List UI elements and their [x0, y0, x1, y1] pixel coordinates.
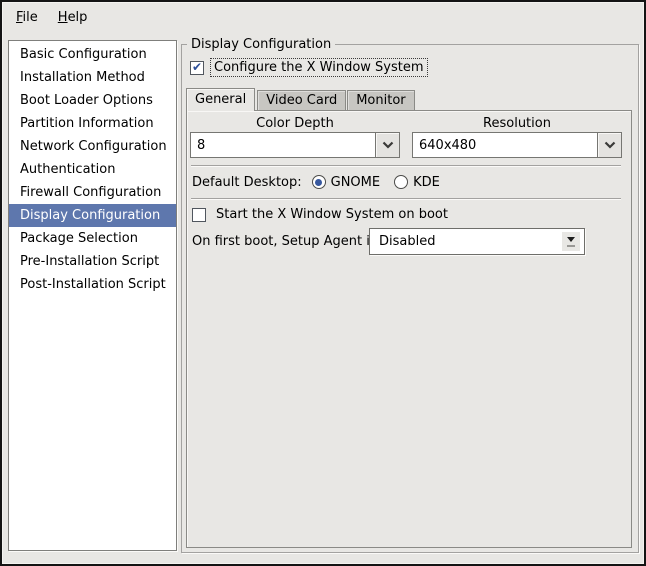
- checkmark-icon: ✔: [191, 60, 203, 74]
- radio-dot: [315, 178, 323, 186]
- radio-gnome[interactable]: [311, 175, 326, 189]
- display-tabs: General Video Card Monitor: [186, 87, 416, 111]
- start-x-checkbox[interactable]: ✔: [192, 207, 206, 222]
- color-depth-dropdown-button[interactable]: [376, 132, 400, 158]
- color-depth-combo: [190, 132, 400, 158]
- separator: [191, 165, 621, 167]
- section-list: Basic Configuration Installation Method …: [8, 40, 177, 551]
- sidebar-item-authentication[interactable]: Authentication: [9, 158, 176, 181]
- menu-help[interactable]: Help: [48, 6, 98, 29]
- sidebar-item-package-selection[interactable]: Package Selection: [9, 227, 176, 250]
- radio-kde[interactable]: [394, 175, 409, 189]
- default-desktop-row: Default Desktop: GNOME KDE: [192, 172, 440, 192]
- menu-file[interactable]: File: [6, 6, 48, 29]
- resolution-combo: [412, 132, 622, 158]
- resolution-input[interactable]: [412, 132, 598, 158]
- start-x-checkbox-label[interactable]: Start the X Window System on boot: [212, 205, 452, 224]
- sidebar-item-network-configuration[interactable]: Network Configuration: [9, 135, 176, 158]
- display-configuration-frame: Display Configuration ✔ Configure the X …: [181, 36, 639, 553]
- color-depth-input[interactable]: [190, 132, 376, 158]
- configure-x-checkbox[interactable]: ✔: [190, 60, 204, 75]
- default-desktop-label: Default Desktop:: [192, 174, 302, 190]
- sidebar-item-firewall-configuration[interactable]: Firewall Configuration: [9, 181, 176, 204]
- setup-agent-dropdown[interactable]: Disabled: [369, 228, 585, 255]
- resolution-label: Resolution: [483, 116, 551, 131]
- radio-gnome-label[interactable]: GNOME: [331, 175, 380, 190]
- configure-x-checkbox-label[interactable]: Configure the X Window System: [210, 58, 428, 77]
- tab-video-card[interactable]: Video Card: [257, 90, 347, 110]
- sidebar-item-display-configuration[interactable]: Display Configuration: [9, 204, 176, 227]
- tab-general[interactable]: General: [186, 88, 256, 111]
- menu-help-rest: elp: [67, 9, 88, 25]
- menu-file-rest: ile: [22, 9, 38, 25]
- setup-agent-value: Disabled: [379, 234, 436, 249]
- sidebar-item-partition-information[interactable]: Partition Information: [9, 112, 176, 135]
- resolution-dropdown-button[interactable]: [598, 132, 622, 158]
- menu-help-accel: H: [57, 9, 68, 25]
- start-x-checkbox-row[interactable]: ✔ Start the X Window System on boot: [192, 205, 452, 224]
- setup-agent-label: On first boot, Setup Agent is:: [192, 234, 382, 249]
- sidebar-item-basic-configuration[interactable]: Basic Configuration: [9, 43, 176, 66]
- frame-title: Display Configuration: [187, 36, 336, 53]
- general-tab-page: Color Depth Resolution Default Desktop: …: [186, 110, 632, 548]
- menubar: File Help: [2, 2, 644, 32]
- setup-agent-row: On first boot, Setup Agent is: Disabled: [192, 228, 626, 255]
- radio-kde-label[interactable]: KDE: [413, 175, 440, 190]
- dropdown-arrow-icon: [562, 232, 580, 251]
- kickstart-configurator-window: File Help Basic Configuration Installati…: [0, 0, 646, 566]
- color-depth-label: Color Depth: [256, 116, 334, 131]
- sidebar-item-installation-method[interactable]: Installation Method: [9, 66, 176, 89]
- tab-monitor[interactable]: Monitor: [347, 90, 415, 110]
- chevron-down-icon: [604, 141, 615, 149]
- sidebar-item-post-installation-script[interactable]: Post-Installation Script: [9, 273, 176, 296]
- sidebar-item-boot-loader-options[interactable]: Boot Loader Options: [9, 89, 176, 112]
- sidebar-item-pre-installation-script[interactable]: Pre-Installation Script: [9, 250, 176, 273]
- chevron-down-icon: [382, 141, 393, 149]
- configure-x-checkbox-row[interactable]: ✔ Configure the X Window System: [190, 58, 428, 77]
- separator: [191, 198, 621, 200]
